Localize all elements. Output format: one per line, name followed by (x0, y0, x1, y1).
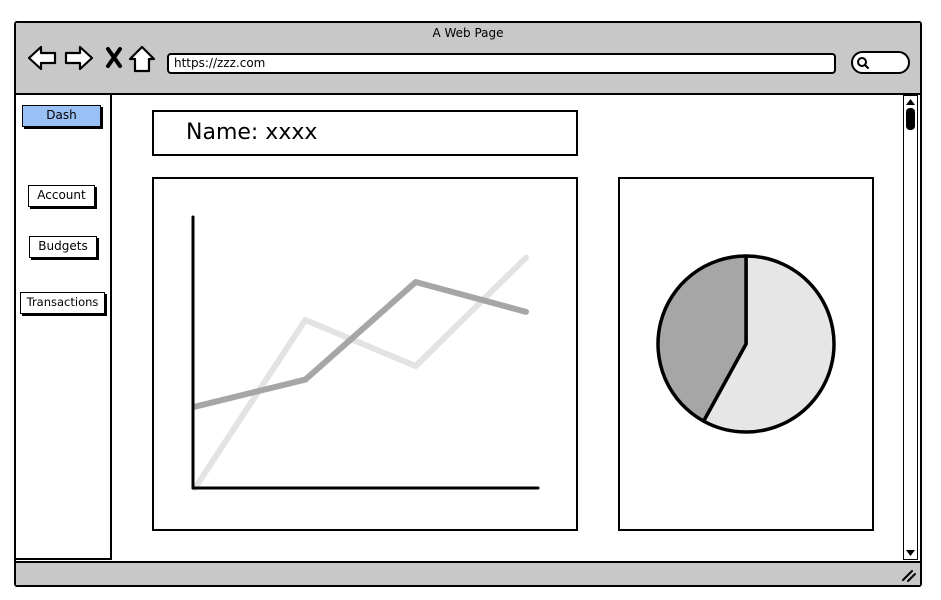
forward-arrow-icon[interactable] (64, 45, 94, 71)
line-chart (191, 215, 540, 491)
name-label: Name: xxxx (186, 120, 318, 145)
address-bar[interactable]: https://zzz.com (167, 53, 836, 74)
pie-chart (656, 254, 836, 434)
nav-buttons (26, 42, 160, 76)
scroll-down-arrow-icon[interactable] (905, 548, 916, 558)
back-arrow-icon[interactable] (27, 45, 57, 71)
sidebar-item-budgets[interactable]: Budgets (29, 236, 97, 258)
browser-search-box[interactable] (851, 51, 910, 74)
sidebar (14, 95, 112, 560)
search-icon (857, 57, 869, 69)
vertical-scrollbar[interactable] (903, 95, 918, 560)
scroll-up-arrow-icon[interactable] (905, 97, 916, 107)
window-title: A Web Page (432, 26, 504, 40)
status-bar (16, 561, 920, 585)
scrollbar-thumb[interactable] (906, 108, 915, 130)
home-icon[interactable] (128, 45, 156, 73)
sidebar-item-transactions[interactable]: Transactions (20, 292, 105, 314)
sidebar-item-account[interactable]: Account (28, 185, 95, 207)
resize-grip-icon[interactable] (900, 566, 916, 582)
sidebar-item-dash[interactable]: Dash (22, 105, 101, 127)
line-series-2 (192, 254, 529, 491)
close-x-icon[interactable] (106, 47, 122, 68)
